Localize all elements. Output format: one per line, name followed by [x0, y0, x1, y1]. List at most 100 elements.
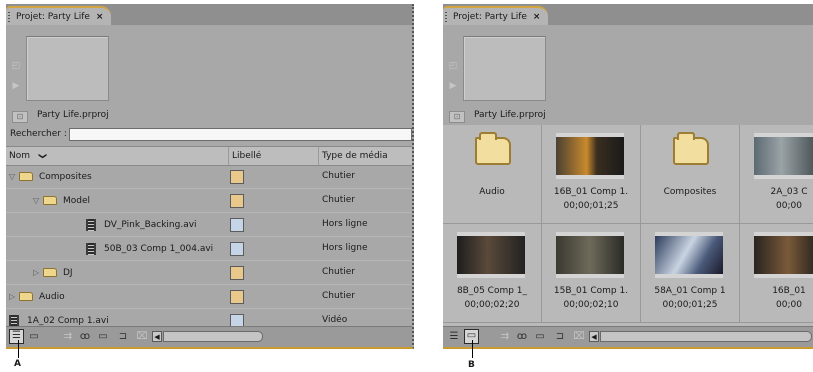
project-file-name: Party Life.prproj: [37, 110, 109, 120]
scroll-left-arrow[interactable]: ◀: [152, 331, 162, 342]
parent-folder-icon[interactable]: ⊡: [449, 111, 465, 123]
item-duration: 00;00;01;25: [563, 201, 619, 211]
project-panel-icon-view: Projet: Party Life × ◰ ▶ ⊡ Party Life.pr…: [443, 4, 813, 349]
list-item[interactable]: 50B_03 Comp 1_004.avi Hors ligne: [6, 237, 412, 261]
grid-item[interactable]: 58A_01 Comp 1 00;00;01;25: [641, 224, 740, 323]
item-title: 16B_01 Comp 1.: [553, 187, 629, 197]
folder-icon: [673, 132, 709, 165]
clip-thumbnail: [457, 232, 525, 278]
list-item[interactable]: ▷ DJ Chutier: [6, 261, 412, 285]
expand-triangle-icon[interactable]: ▷: [33, 268, 43, 277]
list-item[interactable]: ▽ Composites Chutier: [6, 165, 412, 189]
label-swatch[interactable]: [230, 218, 244, 232]
list-view-icon[interactable]: ☰: [448, 331, 460, 342]
tab-label: Projet: Party Life: [16, 11, 90, 22]
expand-triangle-icon[interactable]: ▷: [9, 292, 19, 301]
close-icon[interactable]: ×: [533, 12, 541, 22]
item-name: Audio: [39, 291, 65, 302]
play-icon[interactable]: ▶: [447, 81, 459, 91]
item-title: 16B_01: [772, 286, 806, 296]
item-title: Audio: [479, 187, 505, 197]
label-swatch[interactable]: [230, 170, 244, 184]
tab-project[interactable]: Projet: Party Life ×: [443, 6, 549, 25]
item-duration: 00;00;01;25: [662, 300, 718, 310]
column-name-label: Nom: [9, 151, 31, 161]
film-clip-icon: [86, 218, 96, 231]
search-input[interactable]: [68, 127, 412, 141]
find-icon[interactable]: ꝏ: [516, 331, 528, 342]
clip-thumbnail: [655, 232, 723, 278]
icon-view-icon[interactable]: ▭: [28, 331, 40, 342]
grid-item[interactable]: Composites: [641, 125, 740, 224]
find-icon[interactable]: ꝏ: [79, 331, 91, 342]
column-label[interactable]: Libellé: [228, 147, 318, 165]
clip-thumbnail: [754, 232, 813, 278]
grid-item[interactable]: 8B_05 Comp 1_ 00;00;02;20: [443, 224, 542, 323]
grid-item[interactable]: 15B_01 Comp 1. 00;00;02;10: [542, 224, 641, 323]
item-name: Composites: [39, 171, 92, 182]
list-item[interactable]: ▽ Model Chutier: [6, 189, 412, 213]
project-panel-list-view: Projet: Party Life × ◰ ▶ ⊡ Party Life.pr…: [6, 4, 414, 349]
grid-item[interactable]: Audio: [443, 125, 542, 224]
label-swatch[interactable]: [230, 194, 244, 208]
callout-line: [18, 340, 19, 358]
preview-thumbnail: [463, 36, 546, 101]
item-title: 58A_01 Comp 1: [654, 286, 726, 296]
icon-grid: Audio 16B_01 Comp 1. 00;00;01;25 Composi…: [443, 125, 813, 327]
column-header: Nom ❯ Libellé Type de média: [6, 146, 412, 166]
list-view-icon[interactable]: ☰: [9, 329, 24, 344]
grid-item[interactable]: 2A_03 C 00;00: [740, 125, 813, 224]
item-duration: 00;00;02;20: [464, 300, 520, 310]
scroll-left-arrow[interactable]: ◀: [589, 331, 599, 342]
tab-bar: Projet: Party Life ×: [443, 4, 813, 25]
grid-item[interactable]: 16B_01 Comp 1. 00;00;01;25: [542, 125, 641, 224]
label-swatch[interactable]: [230, 290, 244, 304]
column-name[interactable]: Nom ❯: [6, 147, 228, 165]
search-label: Rechercher :: [10, 129, 67, 139]
new-item-icon[interactable]: ⊐: [117, 331, 129, 342]
horizontal-scrollbar[interactable]: [600, 331, 812, 342]
media-type: Chutier: [322, 171, 355, 181]
label-swatch[interactable]: [230, 242, 244, 256]
film-clip-icon: [9, 314, 19, 327]
expand-triangle-icon[interactable]: ▽: [9, 172, 19, 181]
camera-icon[interactable]: ◰: [447, 61, 459, 71]
grid-item[interactable]: 16B_01 00;00: [740, 224, 813, 323]
play-icon[interactable]: ▶: [10, 81, 22, 91]
close-icon[interactable]: ×: [96, 12, 104, 22]
panel-toolbar: ☰ ▭ ⇉ ꝏ ▭ ⊐ ⌧ ◀: [6, 326, 412, 347]
sort-chevron-down-icon[interactable]: ❯: [33, 153, 51, 160]
item-title: 2A_03 C: [770, 187, 808, 197]
parent-folder-icon[interactable]: ⊡: [12, 111, 28, 123]
tab-project[interactable]: Projet: Party Life ×: [6, 6, 112, 25]
film-clip-icon: [86, 242, 96, 255]
automate-to-sequence-icon[interactable]: ⇉: [62, 331, 74, 342]
grip-icon[interactable]: [445, 12, 447, 22]
automate-to-sequence-icon[interactable]: ⇉: [499, 331, 511, 342]
folder-icon: [43, 268, 57, 277]
column-media-type[interactable]: Type de média: [318, 147, 412, 165]
tab-label: Projet: Party Life: [453, 11, 527, 22]
grip-icon[interactable]: [8, 12, 10, 22]
clear-icon[interactable]: ⌧: [573, 331, 585, 342]
media-type: Chutier: [322, 195, 355, 205]
folder-icon: [475, 132, 511, 165]
camera-icon[interactable]: ◰: [10, 61, 22, 71]
search-row: Rechercher :: [6, 126, 412, 142]
clip-thumbnail: [754, 133, 813, 179]
item-name: DJ: [63, 267, 73, 278]
clear-icon[interactable]: ⌧: [136, 331, 148, 342]
item-duration: 00;00;02;10: [563, 300, 619, 310]
item-title: 8B_05 Comp 1_: [456, 286, 528, 296]
new-item-icon[interactable]: ⊐: [554, 331, 566, 342]
new-bin-icon[interactable]: ▭: [534, 331, 546, 342]
item-title: Composites: [663, 187, 717, 197]
list-item[interactable]: ▷ Audio Chutier: [6, 285, 412, 309]
list-item[interactable]: DV_Pink_Backing.avi Hors ligne: [6, 213, 412, 237]
folder-icon: [19, 292, 33, 301]
expand-triangle-icon[interactable]: ▽: [33, 196, 43, 205]
clip-thumbnail: [556, 133, 624, 179]
new-bin-icon[interactable]: ▭: [97, 331, 109, 342]
horizontal-scrollbar[interactable]: [163, 331, 263, 342]
label-swatch[interactable]: [230, 266, 244, 280]
